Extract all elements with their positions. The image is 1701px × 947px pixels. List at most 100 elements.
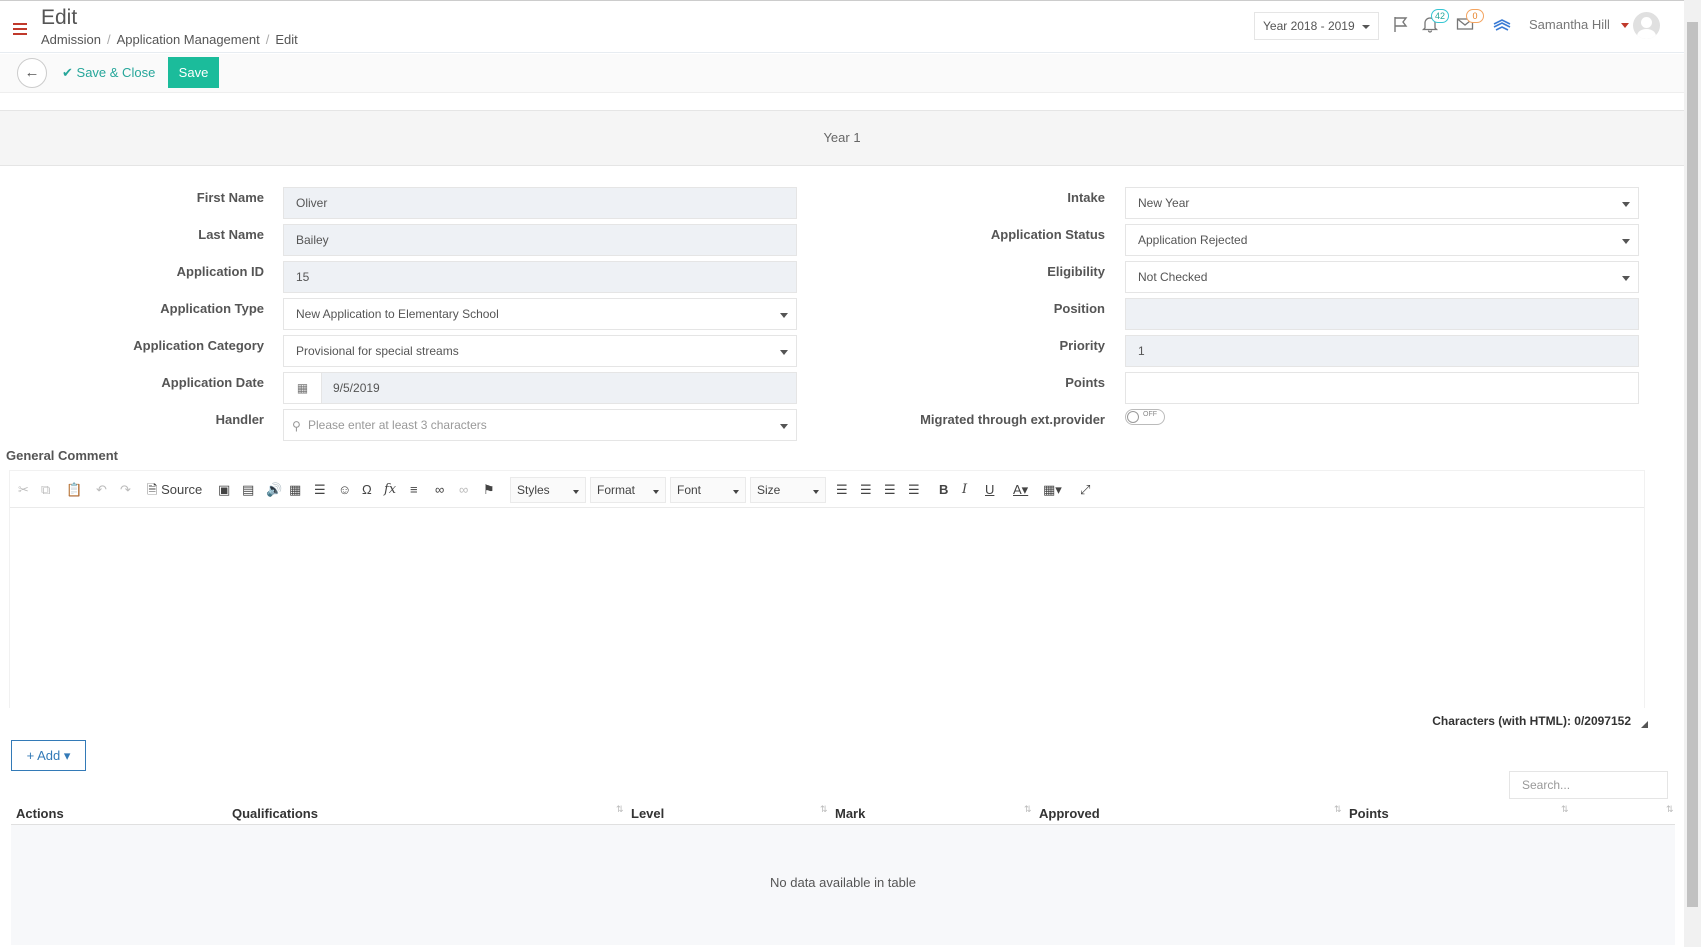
intake-select[interactable]: New Year — [1125, 187, 1639, 219]
migrated-toggle[interactable]: OFF — [1125, 409, 1165, 425]
maximize-icon[interactable]: ⤢ — [1080, 481, 1090, 499]
size-combo[interactable]: Size — [750, 477, 826, 503]
resize-handle[interactable] — [1641, 721, 1648, 728]
sort-icon[interactable]: ⇅ — [1024, 804, 1032, 815]
align-center-icon[interactable]: ☰ — [860, 481, 872, 499]
column-approved[interactable]: Approved — [1039, 806, 1100, 821]
eligibility-select[interactable]: Not Checked — [1125, 261, 1639, 293]
cut-icon[interactable]: ✂ — [18, 481, 29, 499]
application-type-select[interactable]: New Application to Elementary School — [283, 298, 797, 330]
top-header: Edit Admission / Application Management … — [0, 0, 1684, 53]
unlink-icon[interactable]: ∞ — [459, 481, 468, 499]
chevron-down-icon — [1622, 239, 1630, 244]
plus-icon: + — [26, 748, 35, 763]
flag-icon[interactable] — [1392, 15, 1414, 37]
sort-icon[interactable]: ⇅ — [1666, 804, 1674, 815]
application-date-field[interactable]: ▦ 9/5/2019 — [283, 372, 797, 404]
document-icon: 🗎 — [147, 482, 158, 497]
layers-icon[interactable] — [1492, 15, 1514, 37]
horizontal-line-icon[interactable]: ☰ — [314, 481, 326, 499]
font-label: Font — [677, 483, 702, 497]
save-close-label: Save & Close — [76, 65, 156, 80]
back-button[interactable]: ← — [17, 58, 47, 88]
sort-icon[interactable]: ⇅ — [616, 804, 624, 815]
styles-label: Styles — [517, 483, 550, 497]
format-label: Format — [597, 483, 636, 497]
align-left-icon[interactable]: ☰ — [836, 481, 848, 499]
application-type-value: New Application to Elementary School — [296, 307, 499, 321]
action-bar: ← ✔ Save & Close Save — [0, 54, 1684, 93]
background-color-icon[interactable]: ▦▾ — [1043, 481, 1062, 499]
sort-icon[interactable]: ⇅ — [820, 804, 828, 815]
table-search-input[interactable]: Search... — [1509, 771, 1668, 799]
undo-icon[interactable]: ↶ — [96, 481, 107, 499]
redo-icon[interactable]: ↷ — [120, 481, 131, 499]
list-icon[interactable]: ≡ — [410, 481, 418, 499]
application-category-select[interactable]: Provisional for special streams — [283, 335, 797, 367]
handler-placeholder: Please enter at least 3 characters — [308, 418, 487, 432]
chevron-down-icon — [1362, 25, 1370, 29]
format-combo[interactable]: Format — [590, 477, 666, 503]
sort-icon[interactable]: ⇅ — [1334, 804, 1342, 815]
anchor-flag-icon[interactable]: ⚑ — [483, 481, 495, 499]
column-points[interactable]: Points — [1349, 806, 1389, 821]
link-icon[interactable]: ∞ — [435, 481, 444, 499]
priority-field[interactable]: 1 — [1125, 335, 1639, 367]
save-button[interactable]: Save — [168, 57, 219, 88]
calendar-icon[interactable]: ▦ — [284, 373, 322, 403]
copy-icon[interactable]: ⧉ — [41, 481, 50, 499]
section-title: Year 1 — [0, 110, 1684, 166]
character-count: Characters (with HTML): 0/2097152 — [1432, 714, 1631, 728]
editor-content-area[interactable] — [10, 508, 1644, 708]
position-field[interactable] — [1125, 298, 1639, 330]
sort-icon[interactable]: ⇅ — [1561, 804, 1569, 815]
image-alt-icon[interactable]: ▤ — [242, 481, 254, 499]
chevron-down-icon — [780, 313, 788, 318]
scrollbar-thumb[interactable] — [1687, 22, 1698, 907]
add-button[interactable]: + Add ▾ — [11, 740, 86, 771]
italic-icon[interactable]: I — [962, 481, 967, 499]
smiley-icon[interactable]: ☺ — [338, 481, 351, 499]
eligibility-value: Not Checked — [1138, 270, 1208, 284]
breadcrumb-application-management[interactable]: Application Management — [117, 32, 260, 47]
table-header: Actions Qualifications ⇅ Level ⇅ Mark ⇅ … — [11, 800, 1675, 825]
table-icon[interactable]: ▦ — [289, 481, 301, 499]
last-name-field[interactable]: Bailey — [283, 224, 797, 256]
save-close-button[interactable]: ✔ Save & Close — [62, 65, 155, 81]
text-color-icon[interactable]: A▾ — [1013, 481, 1028, 499]
application-id-field[interactable]: 15 — [283, 261, 797, 293]
paste-icon[interactable]: 📋 — [66, 481, 82, 499]
bell-icon[interactable]: 42 — [1421, 9, 1450, 37]
year-select[interactable]: Year 2018 - 2019 — [1254, 12, 1379, 40]
audio-icon[interactable]: 🔊 — [266, 481, 282, 499]
font-combo[interactable]: Font — [670, 477, 746, 503]
special-char-icon[interactable]: Ω — [362, 481, 372, 499]
column-qualifications[interactable]: Qualifications — [232, 806, 318, 821]
handler-select[interactable]: ⚲ Please enter at least 3 characters — [283, 409, 797, 441]
envelope-icon[interactable]: 0 — [1456, 9, 1484, 37]
chevron-down-icon — [733, 490, 739, 494]
points-field[interactable] — [1125, 372, 1639, 404]
image-icon[interactable]: ▣ — [218, 481, 230, 499]
application-status-select[interactable]: Application Rejected — [1125, 224, 1639, 256]
bold-icon[interactable]: B — [939, 481, 948, 499]
breadcrumb-admission[interactable]: Admission — [41, 32, 101, 47]
align-justify-icon[interactable]: ☰ — [908, 481, 920, 499]
column-level[interactable]: Level — [631, 806, 664, 821]
menu-icon[interactable] — [13, 23, 27, 36]
column-mark[interactable]: Mark — [835, 806, 865, 821]
source-button[interactable]: 🗎 Source — [147, 481, 202, 499]
chevron-down-icon[interactable] — [1621, 23, 1629, 28]
first-name-field[interactable]: Oliver — [283, 187, 797, 219]
formula-icon[interactable]: fx — [384, 481, 396, 499]
avatar[interactable] — [1633, 12, 1660, 39]
styles-combo[interactable]: Styles — [510, 477, 586, 503]
application-category-label: Application Category — [133, 338, 264, 353]
source-label: Source — [161, 482, 203, 497]
align-right-icon[interactable]: ☰ — [884, 481, 896, 499]
first-name-label: First Name — [196, 190, 264, 205]
underline-icon[interactable]: U — [985, 481, 994, 499]
user-name[interactable]: Samantha Hill — [1529, 17, 1610, 32]
editor-toolbar: ✂ ⧉ 📋 ↶ ↷ 🗎 Source ▣ ▤ 🔊 ▦ ☰ ☺ Ω fx ≡ ∞ … — [10, 471, 1644, 508]
application-date-value: 9/5/2019 — [333, 381, 380, 395]
